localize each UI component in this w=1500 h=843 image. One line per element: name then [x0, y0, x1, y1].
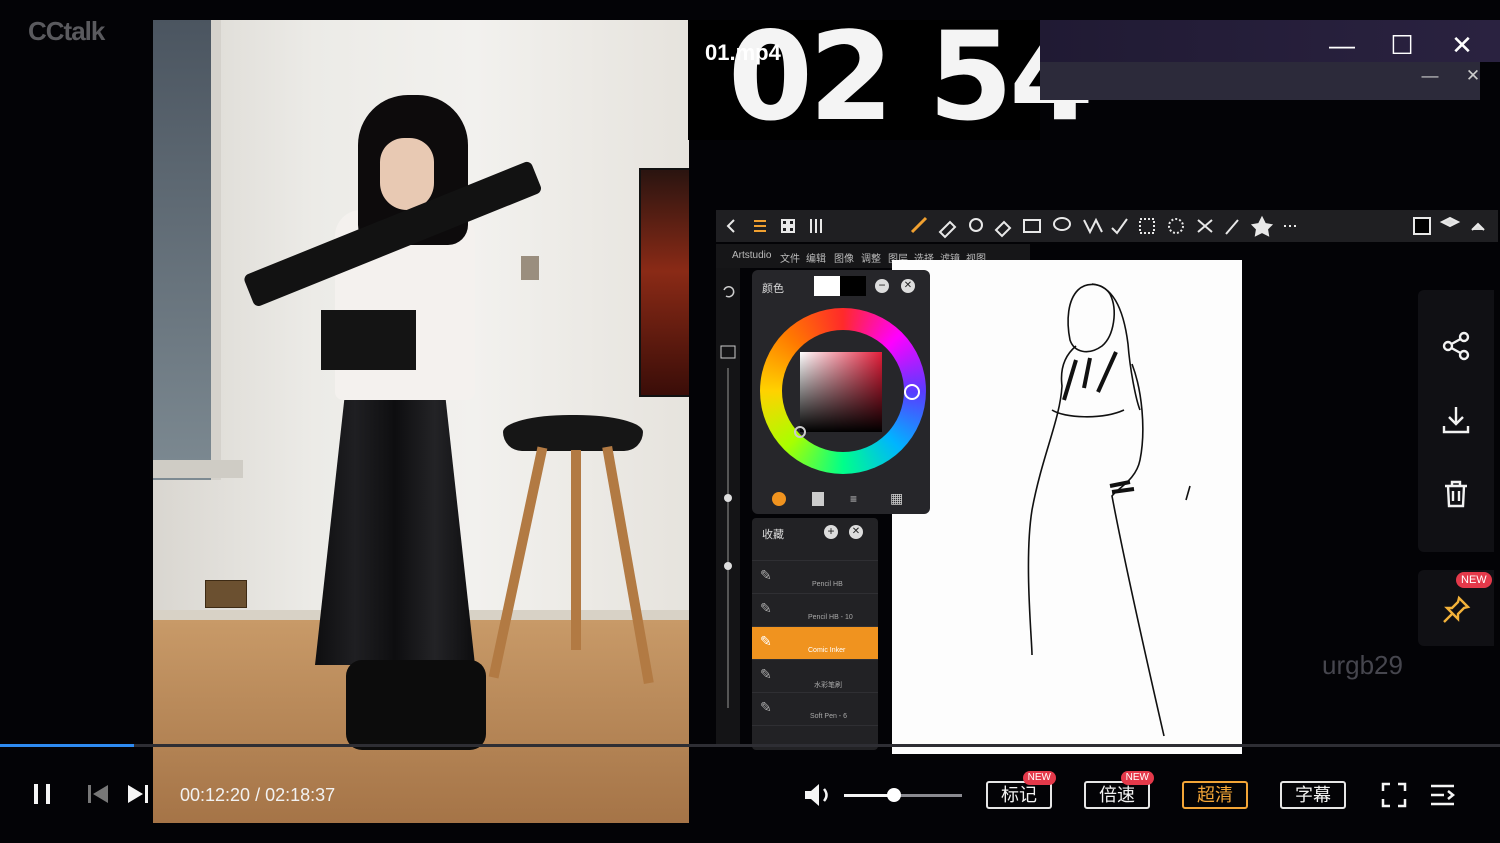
watermark: urgb29 — [1322, 650, 1403, 680]
pause-icon[interactable] — [30, 780, 56, 815]
volume-icon[interactable] — [802, 780, 836, 817]
drawing-toolbar-icons — [726, 215, 1485, 239]
next-icon[interactable] — [124, 780, 152, 815]
new-badge: NEW — [1120, 771, 1154, 785]
speed-button[interactable]: 倍速 NEW — [1084, 771, 1154, 809]
photo-person-boots — [346, 660, 486, 750]
video-filename: 01.mp4 — [705, 40, 781, 65]
maximize-icon[interactable]: ☐ — [1382, 30, 1422, 61]
wheel-mode-icon[interactable] — [772, 492, 786, 506]
drawing-left-rail — [716, 268, 740, 746]
close-icon[interactable]: ✕ — [1442, 30, 1482, 61]
color-panel: 颜色 − ✕ ≡ ▦ — [752, 270, 930, 514]
brush-name: 水彩笔刷 — [814, 682, 842, 689]
brush-icon: ✎ — [760, 666, 772, 682]
brush-name: Pencil HB - 10 — [808, 614, 853, 621]
new-badge: NEW — [1022, 771, 1056, 785]
inner-close-icon[interactable]: ✕ — [1453, 66, 1493, 86]
brush-name: Comic Inker — [808, 647, 846, 654]
photo-stool — [503, 415, 643, 451]
fullscreen-icon[interactable] — [1380, 781, 1408, 816]
brush-icon: ✎ — [760, 600, 772, 616]
menu-item[interactable]: Artstudio — [732, 250, 771, 261]
photo-wall-switch — [521, 256, 539, 280]
seek-bar-progress — [0, 744, 134, 747]
subtitle-label: 字幕 — [1295, 785, 1331, 805]
inner-minimize-icon[interactable]: — — [1410, 66, 1450, 86]
left-rail-icons — [720, 286, 736, 708]
brush-panel-header: 收藏 + ✕ — [752, 518, 878, 548]
overlay-number: 02 54 — [728, 6, 1094, 148]
new-badge: NEW — [1456, 572, 1492, 588]
brush-icon: ✎ — [760, 567, 772, 583]
mark-label: 标记 — [1001, 785, 1037, 805]
close-brush-panel-icon[interactable]: ✕ — [849, 525, 863, 539]
drawing-toolbar — [716, 210, 1498, 242]
photo-person-rig — [321, 310, 416, 370]
speed-label: 倍速 — [1099, 785, 1135, 805]
menu-item[interactable]: 文件 — [780, 250, 800, 265]
brush-item[interactable]: ✎ Soft Pen - 6 — [752, 693, 878, 726]
hue-picker[interactable] — [904, 384, 920, 400]
photo-poster — [639, 168, 689, 397]
quality-button[interactable]: 超清 — [1182, 781, 1248, 809]
photo-socket — [205, 580, 247, 608]
window-titlebar — [1040, 20, 1500, 62]
brush-panel-title: 收藏 — [762, 529, 784, 541]
photo-person-skirt — [315, 375, 475, 665]
volume-knob[interactable] — [887, 788, 901, 802]
brush-name: Soft Pen - 6 — [810, 713, 847, 720]
secondary-color-swatch[interactable] — [840, 276, 866, 296]
slider-mode-icon[interactable]: ≡ — [850, 492, 857, 506]
menu-item[interactable]: 图像 — [834, 250, 854, 265]
swatch-mode-icon[interactable] — [812, 492, 824, 506]
saturation-value-square[interactable] — [800, 352, 882, 432]
photo-sill — [153, 460, 243, 478]
drawing-canvas[interactable] — [892, 260, 1242, 754]
brush-item[interactable]: ✎ Pencil HB - 10 — [752, 594, 878, 627]
subtitle-button[interactable]: 字幕 — [1280, 781, 1346, 809]
brush-panel: 收藏 + ✕ ✎ Pencil HB ✎ Pencil HB - 10 ✎ Comic… — [752, 518, 878, 750]
quality-label: 超清 — [1197, 785, 1233, 805]
brush-item-selected[interactable]: ✎ Comic Inker — [752, 627, 878, 660]
previous-icon[interactable] — [84, 780, 112, 815]
side-action-panel — [1418, 290, 1494, 552]
app-logo: CCtalk — [28, 16, 105, 46]
video-left-frame — [153, 20, 689, 823]
brush-icon: ✎ — [760, 633, 772, 649]
seek-bar[interactable] — [0, 744, 1500, 747]
download-icon[interactable] — [1418, 404, 1494, 444]
mark-button[interactable]: 标记 NEW — [986, 771, 1056, 809]
brush-item[interactable]: ✎ Pencil HB — [752, 561, 878, 594]
minimize-icon[interactable]: — — [1322, 30, 1362, 61]
photo-person-face — [380, 138, 434, 210]
photo-stool-leg — [571, 450, 581, 650]
close-panel-icon[interactable]: ✕ — [901, 279, 915, 293]
figure-sketch — [1027, 283, 1191, 737]
playback-time: 00:12:20 / 02:18:37 — [180, 785, 335, 806]
time-separator: / — [255, 785, 261, 805]
brush-item[interactable]: ✎ 水彩笔刷 — [752, 660, 878, 693]
total-time: 02:18:37 — [265, 785, 336, 805]
menu-item[interactable]: 调整 — [861, 250, 881, 265]
primary-color-swatch[interactable] — [814, 276, 840, 296]
delete-icon[interactable] — [1418, 478, 1494, 518]
pin-icon[interactable] — [1418, 594, 1494, 634]
current-time: 00:12:20 — [180, 785, 251, 805]
add-brush-icon[interactable]: + — [824, 525, 838, 539]
grid-mode-icon[interactable]: ▦ — [890, 490, 903, 507]
brush-item[interactable] — [752, 548, 878, 561]
color-panel-title: 颜色 — [762, 283, 784, 295]
brush-icon: ✎ — [760, 699, 772, 715]
playlist-icon[interactable] — [1428, 781, 1458, 816]
share-icon[interactable] — [1418, 330, 1494, 370]
photo-window — [153, 20, 221, 480]
brush-name: Pencil HB — [812, 581, 843, 588]
collapse-icon[interactable]: − — [875, 279, 889, 293]
menu-item[interactable]: 编辑 — [806, 250, 826, 265]
color-picker[interactable] — [794, 426, 806, 438]
pin-panel: NEW — [1418, 570, 1494, 646]
